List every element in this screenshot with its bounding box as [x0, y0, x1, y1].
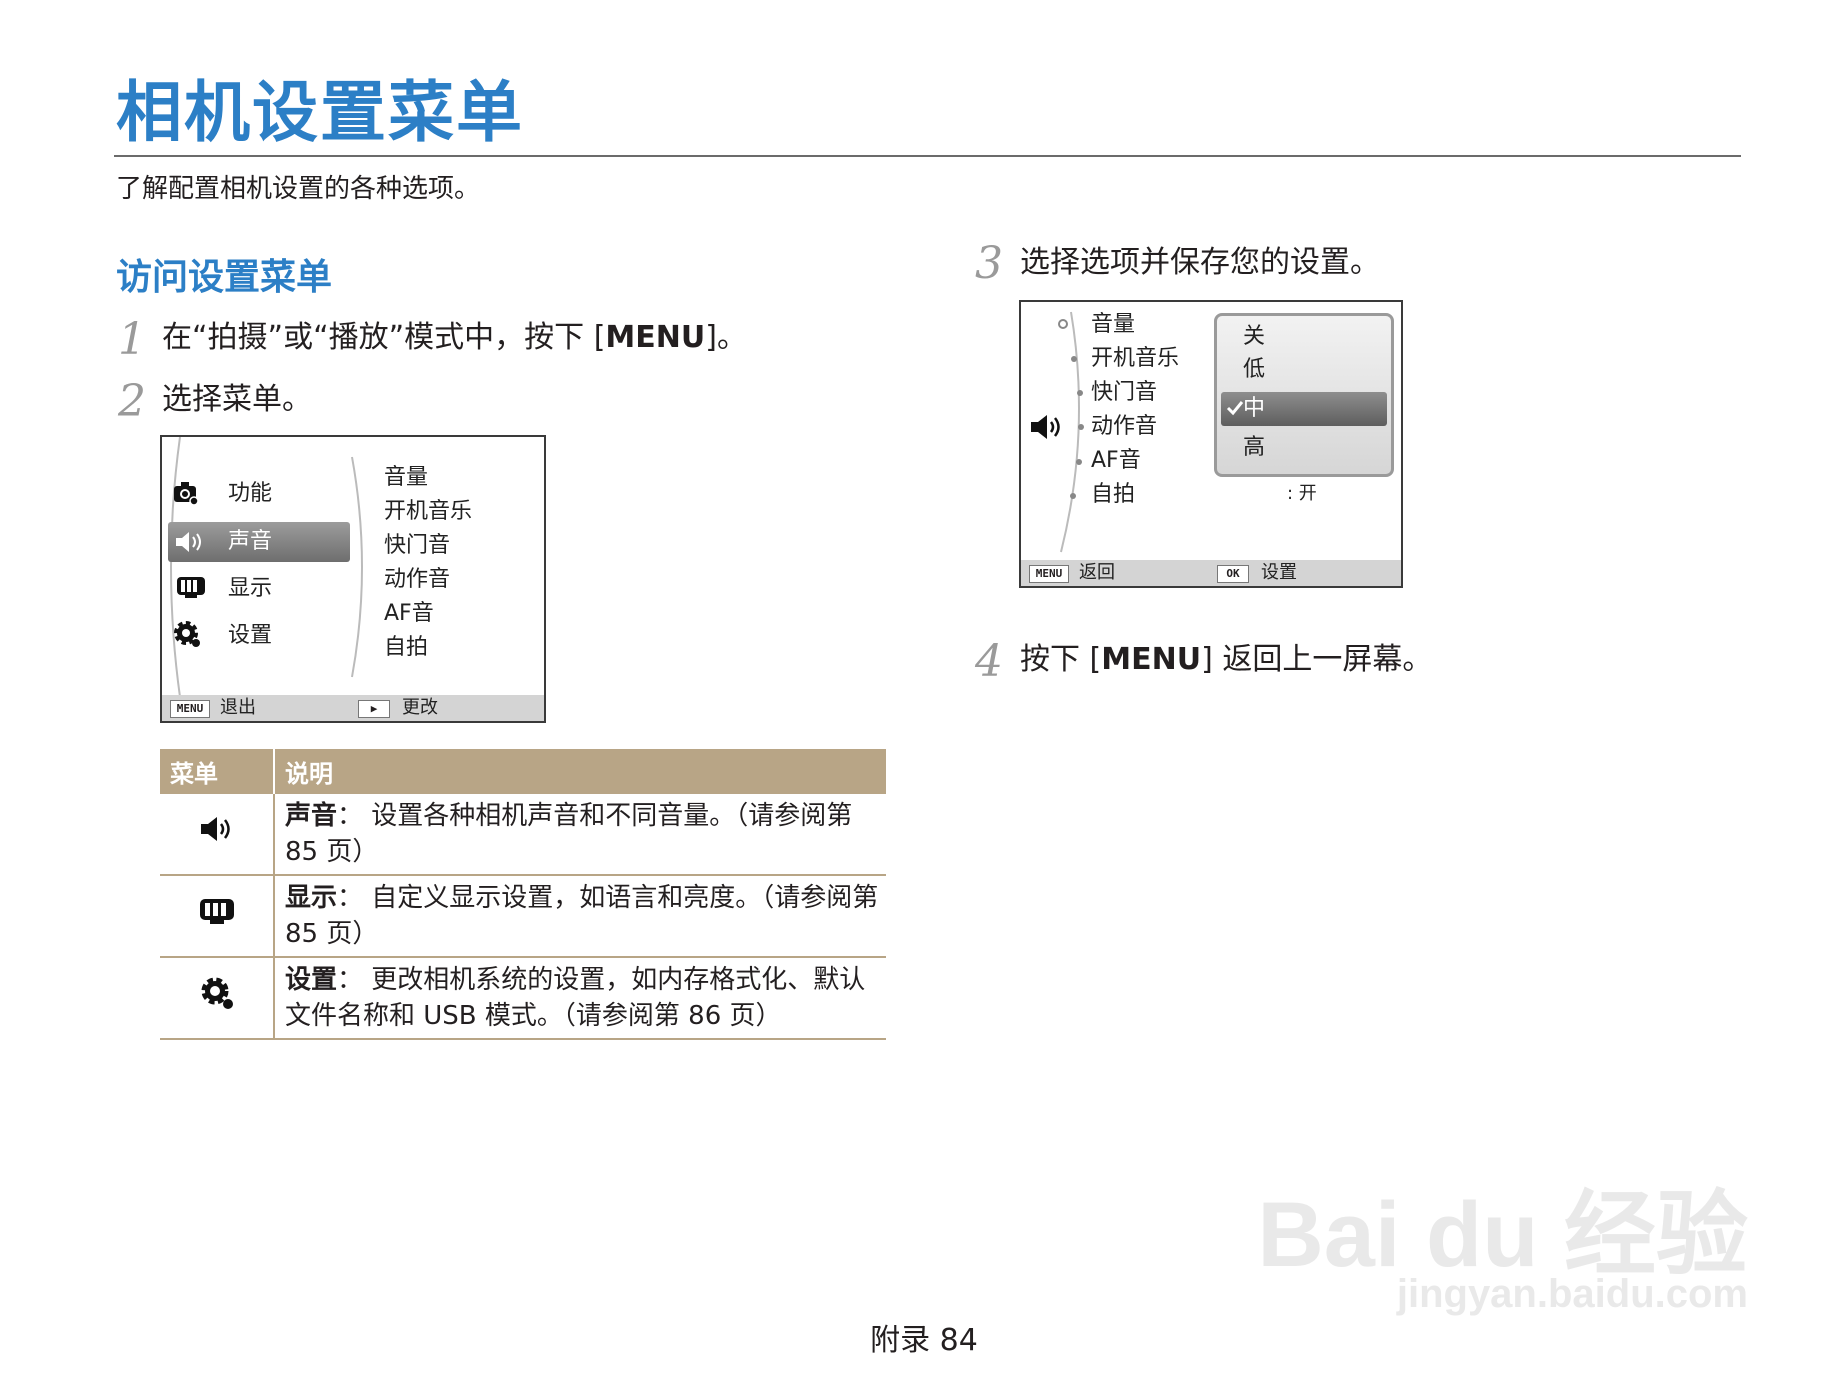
speaker-icon [174, 529, 206, 555]
menu-arc-decoration [170, 437, 363, 697]
submenu-item[interactable]: 开机音乐 [1091, 348, 1179, 370]
self-timer-value: : 开 [1287, 483, 1317, 504]
table-header-description: 说明 [274, 749, 886, 794]
submenu-item[interactable]: 音量 [384, 467, 428, 489]
table-cell-description: 显示： 自定义显示设置，如语言和亮度。（请参阅第 85 页） [274, 875, 886, 958]
menu-key[interactable]: MENU [170, 700, 210, 718]
table-row: 设置： 更改相机系统的设置，如内存格式化、默认文件名称和 USB 模式。（请参阅… [160, 957, 886, 1040]
section-title: 访问设置菜单 [116, 257, 333, 298]
step-1-text: 在“拍摄”或“播放”模式中，按下 [MENU]。 [162, 320, 747, 355]
submenu-item[interactable]: AF音 [384, 603, 434, 625]
menu-item-function[interactable]: 功能 [228, 483, 272, 505]
gear-icon [172, 619, 202, 649]
exit-label: 退出 [220, 697, 256, 718]
menu-description-table: 菜单 说明 声音： 设置各种相机声音和不同音量。（请参阅第 85 页） 显示： … [160, 749, 886, 1040]
table-header-menu: 菜单 [160, 749, 275, 794]
speaker-icon [1029, 412, 1067, 442]
camera-settings-icon [172, 479, 200, 507]
step-number: 1 [118, 314, 146, 365]
table-row: 声音： 设置各种相机声音和不同音量。（请参阅第 85 页） [160, 794, 886, 876]
page-title: 相机设置菜单 [116, 74, 524, 151]
menu-item-settings[interactable]: 设置 [228, 625, 272, 647]
submenu-item[interactable]: 自拍 [1091, 484, 1135, 506]
submenu-item[interactable]: 快门音 [384, 535, 450, 557]
option-selection-highlight: 中 [1221, 392, 1387, 426]
page-number: 附录 84 [870, 1323, 978, 1358]
option-item-selected[interactable]: 中 [1243, 398, 1265, 420]
step-number: 2 [118, 376, 146, 427]
table-cell-description: 设置： 更改相机系统的设置，如内存格式化、默认文件名称和 USB 模式。（请参阅… [274, 957, 886, 1040]
change-label: 更改 [402, 697, 438, 718]
speaker-icon [160, 794, 275, 876]
display-icon [176, 575, 206, 599]
title-divider [114, 155, 1741, 157]
watermark-url: jingyan.baidu.com [1396, 1272, 1748, 1316]
submenu-item[interactable]: 动作音 [1091, 416, 1157, 438]
screen-softkey-bar: MENU 返回 OK 设置 [1021, 560, 1401, 586]
right-arrow-key[interactable]: ▶ [358, 700, 390, 718]
step-number: 3 [975, 238, 1003, 289]
camera-screen-menu: 功能 声音 显示 设置 音量 开机音乐 快门音 动作音 AF音 自拍 MENU … [160, 435, 546, 723]
option-item[interactable]: 关 [1243, 326, 1265, 348]
menu-item-sound[interactable]: 声音 [228, 531, 272, 553]
table-row: 显示： 自定义显示设置，如语言和亮度。（请参阅第 85 页） [160, 875, 886, 958]
step-4-text: 按下 [MENU] 返回上一屏幕。 [1020, 642, 1433, 677]
page-subtitle: 了解配置相机设置的各种选项。 [116, 174, 481, 204]
step-number: 4 [975, 636, 1003, 687]
submenu-item[interactable]: 自拍 [384, 637, 428, 659]
option-item[interactable]: 高 [1243, 437, 1265, 459]
submenu-item[interactable]: 开机音乐 [384, 501, 472, 523]
submenu-item[interactable]: 动作音 [384, 569, 450, 591]
step-2-text: 选择菜单。 [162, 382, 312, 417]
back-label: 返回 [1079, 562, 1115, 583]
table-cell-description: 声音： 设置各种相机声音和不同音量。（请参阅第 85 页） [274, 794, 886, 876]
screen-softkey-bar: MENU 退出 ▶ 更改 [162, 695, 544, 721]
set-label: 设置 [1261, 562, 1297, 583]
submenu-item[interactable]: 音量 [1091, 314, 1135, 336]
gear-icon [160, 957, 275, 1040]
submenu-item[interactable]: AF音 [1091, 450, 1141, 472]
options-popup: 关 低 中 高 [1214, 313, 1394, 477]
display-icon [160, 875, 275, 958]
option-item[interactable]: 低 [1243, 359, 1265, 381]
menu-item-display[interactable]: 显示 [228, 578, 272, 600]
menu-key[interactable]: MENU [1029, 565, 1069, 583]
submenu-item[interactable]: 快门音 [1091, 382, 1157, 404]
camera-screen-options: 音量 开机音乐 快门音 动作音 AF音 自拍 : 开 关 低 中 高 MENU … [1019, 300, 1403, 588]
ok-key[interactable]: OK [1217, 565, 1249, 583]
step-3-text: 选择选项并保存您的设置。 [1020, 245, 1380, 280]
checkmark-icon [1226, 399, 1244, 417]
